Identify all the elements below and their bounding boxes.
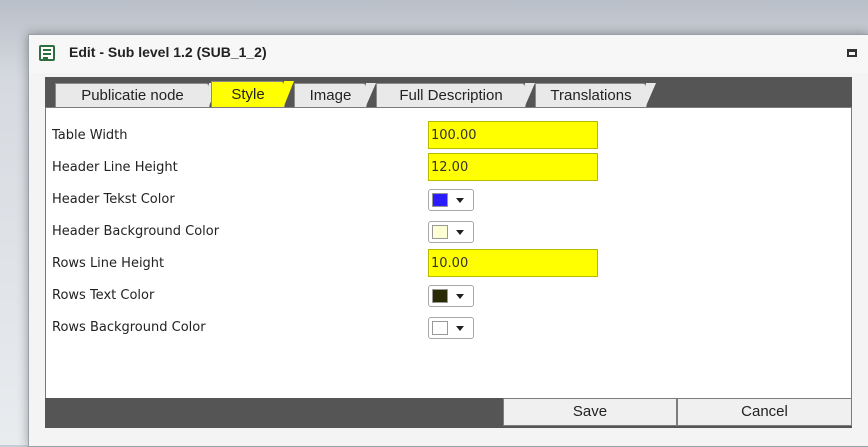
- rows-background-color-label: Rows Background Color: [52, 320, 206, 335]
- rows-text-color-label: Rows Text Color: [52, 288, 155, 303]
- dialog-footer: Save Cancel: [45, 398, 852, 428]
- tab-label: Publicatie node: [81, 87, 184, 104]
- header-line-height-label: Header Line Height: [52, 160, 178, 175]
- color-swatch: [432, 225, 448, 239]
- header-line-height-input[interactable]: [428, 153, 598, 181]
- table-width-label: Table Width: [52, 128, 128, 143]
- rows-line-height-label: Rows Line Height: [52, 256, 165, 271]
- header-background-color-label: Header Background Color: [52, 224, 220, 239]
- caret-down-icon: [456, 230, 464, 235]
- tab-strip: Publicatie node Style Image Full Descrip…: [45, 77, 852, 107]
- tab-label: Image: [309, 87, 352, 104]
- tab-image[interactable]: Image: [294, 83, 376, 107]
- caret-down-icon: [456, 198, 464, 203]
- tab-publicatie-node[interactable]: Publicatie node: [55, 83, 219, 107]
- tab-label: Style: [231, 86, 265, 103]
- header-text-color-picker[interactable]: [428, 189, 474, 211]
- color-swatch: [432, 321, 448, 335]
- edit-dialog: Edit - Sub level 1.2 (SUB_1_2) Publicati…: [28, 34, 868, 447]
- color-swatch: [432, 193, 448, 207]
- cancel-button[interactable]: Cancel: [677, 398, 852, 426]
- save-button[interactable]: Save: [503, 398, 677, 426]
- title-bar: Edit - Sub level 1.2 (SUB_1_2): [29, 35, 868, 73]
- table-width-input[interactable]: [428, 121, 598, 149]
- dialog-title: Edit - Sub level 1.2 (SUB_1_2): [69, 44, 267, 60]
- rows-text-color-picker[interactable]: [428, 285, 474, 307]
- tab-label: Translations: [550, 87, 632, 104]
- style-form: Table Width Header Line Height Header Te…: [45, 107, 852, 399]
- rows-line-height-input[interactable]: [428, 249, 598, 277]
- caret-down-icon: [456, 326, 464, 331]
- header-text-color-label: Header Tekst Color: [52, 192, 175, 207]
- tab-full-description[interactable]: Full Description: [376, 83, 535, 107]
- header-background-color-picker[interactable]: [428, 221, 474, 243]
- maximize-icon[interactable]: [847, 49, 857, 57]
- tab-style[interactable]: Style: [211, 81, 294, 107]
- caret-down-icon: [456, 294, 464, 299]
- rows-background-color-picker[interactable]: [428, 317, 474, 339]
- color-swatch: [432, 289, 448, 303]
- form-icon: [39, 45, 55, 61]
- tab-label: Full Description: [399, 87, 503, 104]
- tab-translations[interactable]: Translations: [535, 83, 656, 107]
